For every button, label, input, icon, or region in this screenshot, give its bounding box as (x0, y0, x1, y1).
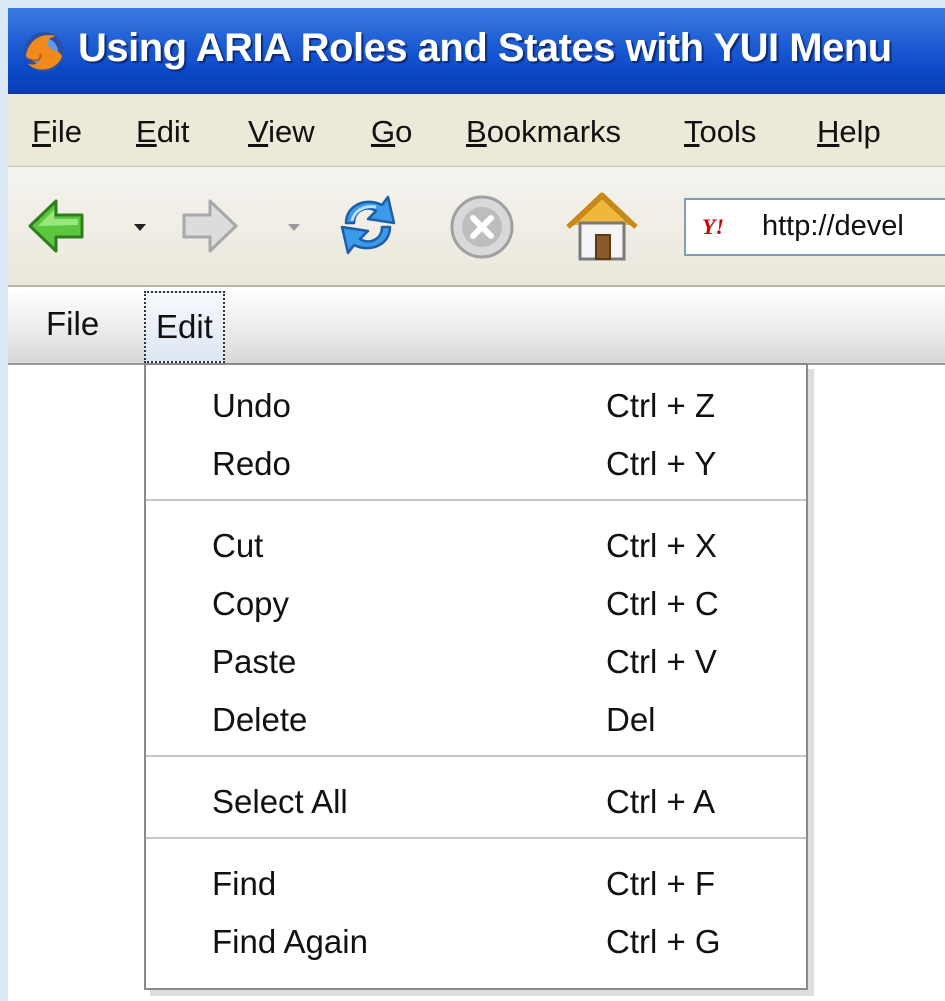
yahoo-site-icon: Y! (702, 214, 724, 239)
stop-icon[interactable] (446, 191, 518, 263)
back-dropdown-icon[interactable] (134, 224, 146, 231)
reload-icon[interactable] (332, 189, 404, 261)
browser-window: Using ARIA Roles and States with YUI Men… (8, 8, 945, 1001)
menu-file[interactable]: File (32, 114, 82, 150)
menu-item-find[interactable]: Find Ctrl + F (146, 851, 806, 909)
menu-go[interactable]: Go (371, 114, 412, 150)
menu-item-copy[interactable]: Copy Ctrl + C (146, 571, 806, 629)
menu-help[interactable]: Help (817, 114, 881, 150)
yui-menu-file[interactable]: File (46, 305, 99, 343)
menu-group-select: Select All Ctrl + A (146, 755, 806, 837)
navigation-toolbar: Y! http://devel (8, 167, 945, 287)
forward-icon[interactable] (178, 195, 240, 257)
yui-menu-edit[interactable]: Edit (144, 291, 225, 363)
menu-tools[interactable]: Tools (684, 114, 756, 150)
menu-edit[interactable]: Edit (136, 114, 189, 150)
edit-dropdown-menu: Undo Ctrl + Z Redo Ctrl + Y Cut Ctrl + X… (144, 363, 808, 990)
url-bar[interactable]: Y! http://devel (684, 198, 945, 256)
menu-item-find-again[interactable]: Find Again Ctrl + G (146, 909, 806, 967)
window-title: Using ARIA Roles and States with YUI Men… (78, 26, 892, 70)
menu-item-cut[interactable]: Cut Ctrl + X (146, 513, 806, 571)
menu-help-rest: elp (839, 114, 881, 149)
menu-file-rest: ile (50, 114, 82, 149)
menu-tools-rest: ools (699, 114, 757, 149)
back-icon[interactable] (26, 195, 88, 257)
home-icon[interactable] (562, 187, 642, 267)
menu-view[interactable]: View (248, 114, 315, 150)
menu-item-redo[interactable]: Redo Ctrl + Y (146, 431, 806, 489)
menu-group-history: Undo Ctrl + Z Redo Ctrl + Y (146, 365, 806, 499)
yui-menubar: File Edit (8, 287, 945, 365)
browser-menubar: File Edit View Go Bookmarks Tools Help (8, 94, 945, 167)
menu-bookmarks[interactable]: Bookmarks (466, 114, 621, 150)
forward-dropdown-icon[interactable] (288, 224, 300, 231)
menu-edit-rest: dit (156, 114, 190, 149)
menu-view-rest: iew (268, 114, 315, 149)
menu-go-rest: o (395, 114, 413, 149)
firefox-logo-icon (24, 32, 64, 72)
menu-group-clipboard: Cut Ctrl + X Copy Ctrl + C Paste Ctrl + … (146, 499, 806, 755)
url-text: http://devel (762, 210, 904, 242)
menu-item-undo[interactable]: Undo Ctrl + Z (146, 373, 806, 431)
menu-group-find: Find Ctrl + F Find Again Ctrl + G (146, 837, 806, 967)
menu-item-paste[interactable]: Paste Ctrl + V (146, 629, 806, 687)
menu-item-delete[interactable]: Delete Del (146, 687, 806, 745)
menu-item-select-all[interactable]: Select All Ctrl + A (146, 769, 806, 827)
menu-bookmarks-rest: ookmarks (486, 114, 622, 149)
title-bar: Using ARIA Roles and States with YUI Men… (8, 8, 945, 94)
